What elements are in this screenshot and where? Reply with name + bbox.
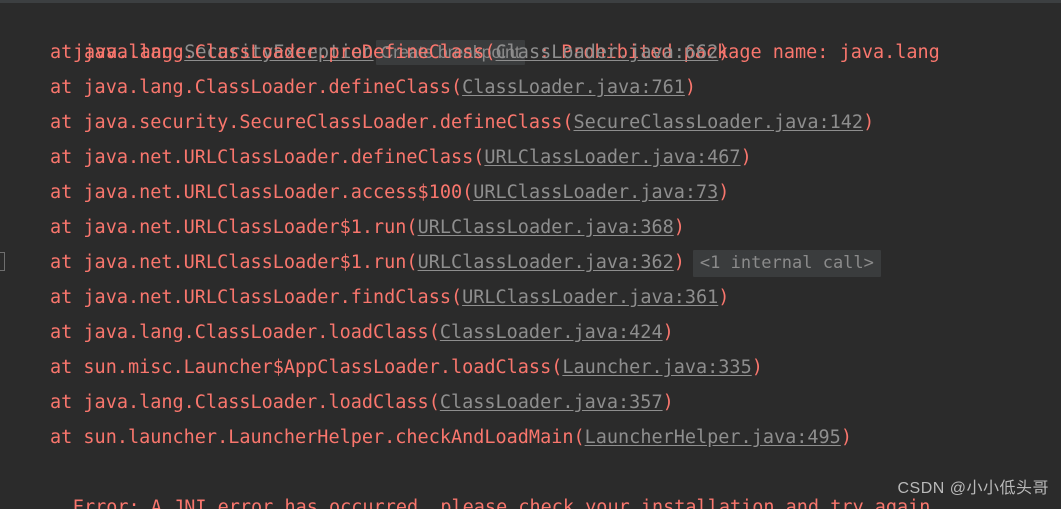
- stack-frame-source-link[interactable]: URLClassLoader.java:467: [484, 147, 740, 168]
- stack-frame-source-link[interactable]: URLClassLoader.java:362: [418, 252, 674, 273]
- stack-frame-source-link[interactable]: ClassLoader.java:761: [462, 77, 685, 98]
- stack-frame-call: at sun.launcher.LauncherHelper.checkAndL…: [50, 427, 585, 448]
- stack-frame-line[interactable]: at sun.launcher.LauncherHelper.checkAndL…: [0, 420, 1061, 455]
- stack-frame-line[interactable]: at java.lang.ClassLoader.loadClass(Class…: [0, 385, 1061, 420]
- stack-frame-close-paren: ): [718, 182, 730, 203]
- stack-frame-line[interactable]: at sun.misc.Launcher$AppClassLoader.load…: [0, 350, 1061, 385]
- stack-frame-source-link[interactable]: ClassLoader.java:424: [440, 322, 663, 343]
- stack-frame-call: at java.net.URLClassLoader.access$100(: [50, 182, 474, 203]
- stack-frame-call: at java.net.URLClassLoader$1.run(: [50, 217, 418, 238]
- stack-frame-line[interactable]: at java.net.URLClassLoader.access$100(UR…: [0, 175, 1061, 210]
- stack-frame-close-paren: ): [718, 42, 730, 63]
- stack-frame-source-link[interactable]: URLClassLoader.java:361: [462, 287, 718, 308]
- stack-frame-close-paren: ): [673, 252, 685, 273]
- stack-frame-call: at sun.misc.Launcher$AppClassLoader.load…: [50, 357, 563, 378]
- stack-frame-source-link[interactable]: SecureClassLoader.java:142: [573, 112, 863, 133]
- stack-frame-source-link[interactable]: URLClassLoader.java:368: [418, 217, 674, 238]
- stack-frame-close-paren: ): [684, 77, 697, 98]
- stack-frame-call: at java.lang.ClassLoader.loadClass(: [50, 392, 440, 413]
- stack-frame-close-paren: ): [740, 147, 752, 168]
- jni-error-text: Error: A JNI error has occurred, please …: [72, 497, 931, 509]
- stack-frame-call: at java.lang.ClassLoader.loadClass(: [50, 322, 440, 343]
- stack-frame-call: at java.lang.ClassLoader.defineClass(: [50, 77, 463, 98]
- internal-calls-chip[interactable]: <1 internal call>: [692, 250, 881, 277]
- stack-frame-line[interactable]: at java.lang.ClassLoader.defineClass(Cla…: [0, 70, 1061, 105]
- stack-frame-call: at java.net.URLClassLoader.defineClass(: [50, 147, 485, 168]
- stack-frame-call: at java.security.SecureClassLoader.defin…: [50, 112, 574, 133]
- stack-frame-line[interactable]: at java.net.URLClassLoader$1.run(URLClas…: [0, 210, 1061, 245]
- stack-frame-call: at java.net.URLClassLoader.findClass(: [50, 287, 463, 308]
- stack-frame-close-paren: ): [863, 112, 875, 133]
- exception-header-line[interactable]: java.lang.SecurityException Create breakp…: [0, 0, 1061, 65]
- stack-frame-source-link[interactable]: ClassLoader.java:357: [440, 392, 663, 413]
- stack-frame-close-paren: ): [718, 287, 730, 308]
- stack-frame-line[interactable]: at java.lang.ClassLoader.loadClass(Class…: [0, 315, 1061, 350]
- stack-frame-source-link[interactable]: Launcher.java:335: [562, 357, 751, 378]
- csdn-watermark: CSDN @小小低头哥: [897, 480, 1049, 497]
- stack-frame-source-link[interactable]: URLClassLoader.java:73: [473, 182, 718, 203]
- folded-frames-marker-icon[interactable]: [0, 252, 5, 271]
- stack-frame-close-paren: ): [673, 217, 685, 238]
- stack-frame-close-paren: ): [751, 357, 763, 378]
- stack-frame-line[interactable]: at java.net.URLClassLoader.findClass(URL…: [0, 280, 1061, 315]
- stack-frame-source-link[interactable]: LauncherHelper.java:495: [585, 427, 841, 448]
- stack-frame-close-paren: ): [662, 392, 674, 413]
- stack-frame-close-paren: ): [662, 322, 674, 343]
- stack-frames-container: at java.lang.ClassLoader.preDefineClass(…: [0, 35, 1061, 455]
- stack-frame-line[interactable]: at java.lang.ClassLoader.preDefineClass(…: [0, 35, 1061, 70]
- console-line-list: java.lang.SecurityException Create breakp…: [0, 0, 1061, 509]
- stack-frame-line[interactable]: at java.security.SecureClassLoader.defin…: [0, 105, 1061, 140]
- stack-frame-call: at java.lang.ClassLoader.preDefineClass(: [50, 42, 496, 63]
- stack-frame-source-link[interactable]: ClassLoader.java:662: [496, 42, 719, 63]
- stack-frame-line[interactable]: at java.net.URLClassLoader.defineClass(U…: [0, 140, 1061, 175]
- stack-frame-line[interactable]: at java.net.URLClassLoader$1.run(URLClas…: [0, 245, 1061, 280]
- stack-frame-close-paren: ): [840, 427, 852, 448]
- stack-frame-call: at java.net.URLClassLoader$1.run(: [50, 252, 418, 273]
- run-console-output[interactable]: java.lang.SecurityException Create breakp…: [0, 0, 1061, 509]
